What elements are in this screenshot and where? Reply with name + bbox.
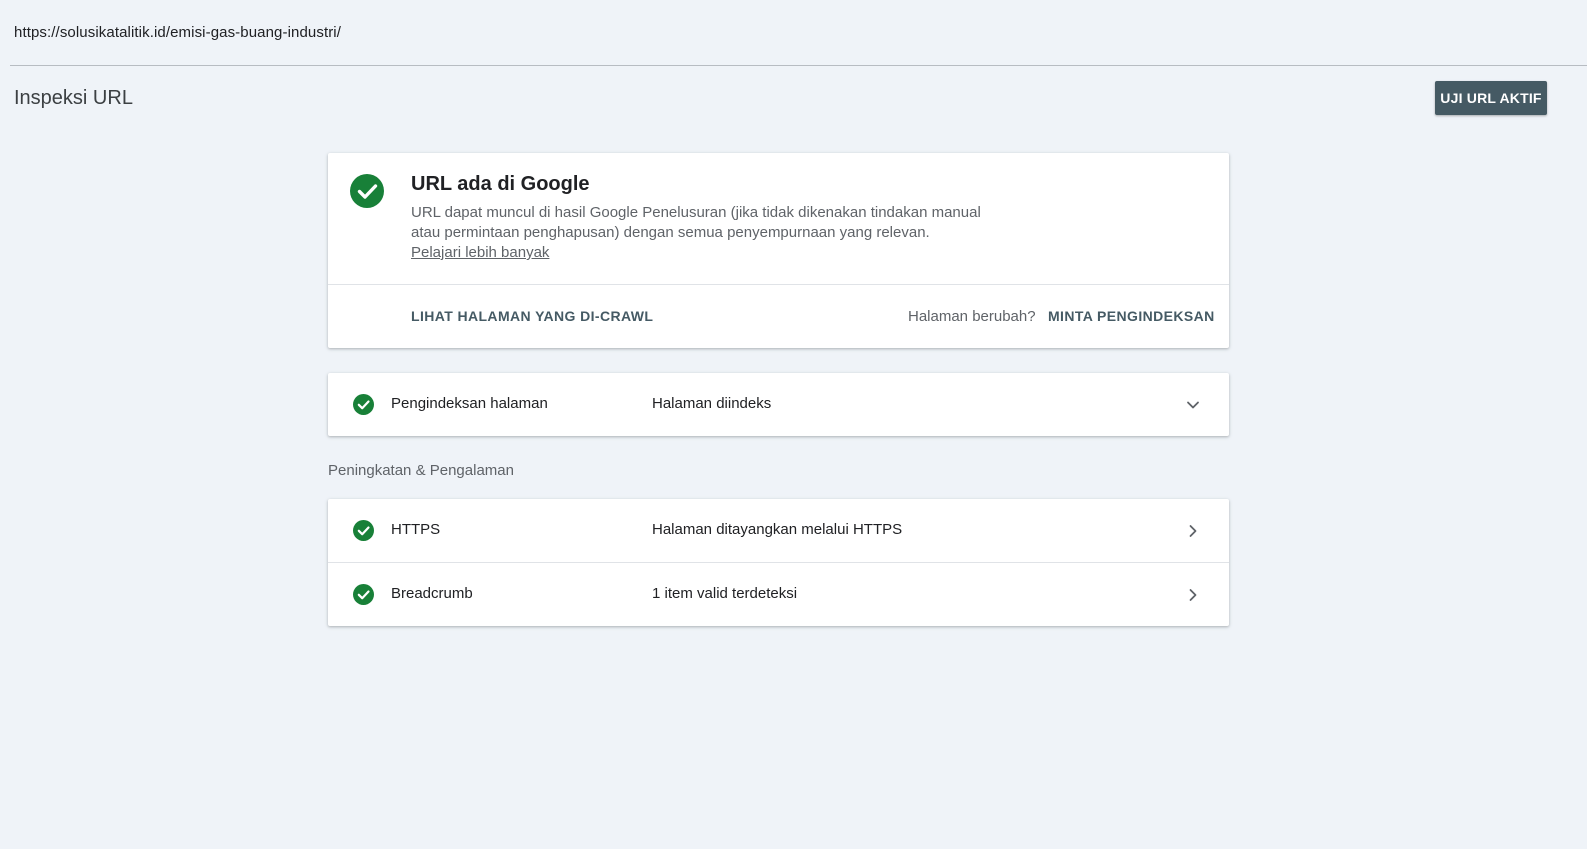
status-summary: URL ada di Google URL dapat muncul di ha… xyxy=(328,153,1229,285)
status-description-line: atau permintaan penghapusan) dengan semu… xyxy=(411,224,930,241)
row-label: Breadcrumb xyxy=(391,585,473,602)
status-title: URL ada di Google xyxy=(411,173,590,195)
request-indexing-button[interactable]: MINTA PENGINDEKSAN xyxy=(1048,308,1215,324)
page-indexing-row[interactable]: Pengindeksan halaman Halaman diindeks xyxy=(328,373,1229,436)
check-circle-icon xyxy=(353,394,374,415)
page-title: Inspeksi URL xyxy=(14,87,133,109)
status-description: URL dapat muncul di hasil Google Penelus… xyxy=(411,203,991,243)
row-label: HTTPS xyxy=(391,521,441,538)
page-changed-label: Halaman berubah? xyxy=(908,308,1036,325)
row-value: Halaman diindeks xyxy=(652,395,772,412)
view-crawled-page-button[interactable]: LIHAT HALAMAN YANG DI-CRAWL xyxy=(411,308,653,324)
row-value: 1 item valid terdeteksi xyxy=(652,585,798,602)
row-label: Pengindeksan halaman xyxy=(391,395,548,412)
status-description-line: URL dapat muncul di hasil Google Penelus… xyxy=(411,204,981,221)
https-row[interactable]: HTTPS Halaman ditayangkan melalui HTTPS xyxy=(328,499,1229,562)
learn-more-link[interactable]: Pelajari lebih banyak xyxy=(411,243,549,263)
divider xyxy=(10,65,1587,66)
check-circle-icon xyxy=(353,520,374,541)
row-value: Halaman ditayangkan melalui HTTPS xyxy=(652,521,903,538)
enhancements-card: HTTPS Halaman ditayangkan melalui HTTPS … xyxy=(328,499,1229,626)
breadcrumb-row[interactable]: Breadcrumb 1 item valid terdeteksi xyxy=(328,562,1229,625)
chevron-down-icon[interactable] xyxy=(1183,395,1203,415)
chevron-right-icon[interactable] xyxy=(1183,585,1203,605)
check-circle-icon xyxy=(353,584,374,605)
test-live-url-button[interactable]: UJI URL AKTIF xyxy=(1435,81,1547,115)
status-actions: LIHAT HALAMAN YANG DI-CRAWL Halaman beru… xyxy=(328,285,1229,348)
url-status-card: URL ada di Google URL dapat muncul di ha… xyxy=(328,153,1229,348)
check-circle-icon xyxy=(350,174,384,208)
inspected-url[interactable]: https://solusikatalitik.id/emisi-gas-bua… xyxy=(14,24,341,41)
chevron-right-icon[interactable] xyxy=(1183,521,1203,541)
enhancements-heading: Peningkatan & Pengalaman xyxy=(328,462,514,479)
page-indexing-card: Pengindeksan halaman Halaman diindeks xyxy=(328,373,1229,436)
